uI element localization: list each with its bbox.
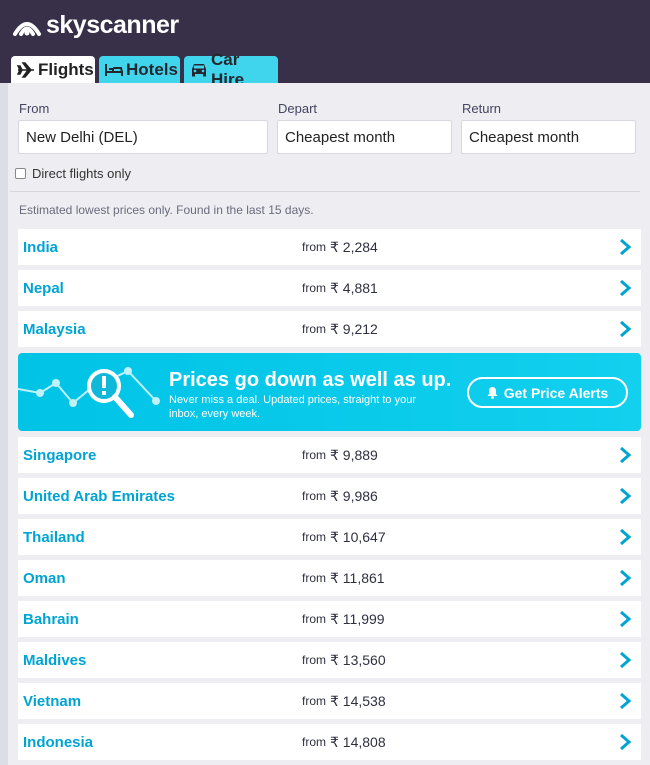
result-row[interactable]: Oman from ₹ 11,861 <box>18 560 641 596</box>
country-name[interactable]: Indonesia <box>23 724 93 760</box>
country-name[interactable]: Oman <box>23 560 66 596</box>
price: from ₹ 9,212 <box>302 311 378 347</box>
price: from ₹ 9,889 <box>302 437 378 473</box>
from-label: from <box>302 322 326 336</box>
result-row[interactable]: Nepal from ₹ 4,881 <box>18 270 641 306</box>
result-row[interactable]: India from ₹ 2,284 <box>18 229 641 265</box>
price-value: ₹ 9,212 <box>330 320 378 337</box>
result-row[interactable]: Singapore from ₹ 9,889 <box>18 437 641 473</box>
price-value: ₹ 2,284 <box>330 238 378 255</box>
from-label: from <box>302 735 326 749</box>
direct-flights-label: Direct flights only <box>32 166 131 181</box>
country-name[interactable]: Bahrain <box>23 601 79 637</box>
price-value: ₹ 13,560 <box>330 651 386 668</box>
return-label: Return <box>462 101 502 116</box>
result-row[interactable]: Malaysia from ₹ 9,212 <box>18 311 641 347</box>
brand-name: skyscanner <box>46 10 179 39</box>
price: from ₹ 14,538 <box>302 683 386 719</box>
bed-icon <box>105 63 123 77</box>
from-label: from <box>302 240 326 254</box>
from-label: From <box>19 101 50 116</box>
depart-field[interactable]: Cheapest month <box>277 120 452 154</box>
chevron-right-icon[interactable] <box>618 238 632 256</box>
country-name[interactable]: Malaysia <box>23 311 86 347</box>
skyscanner-logo[interactable]: skyscanner <box>12 10 179 40</box>
price: from ₹ 10,647 <box>302 519 386 555</box>
price-value: ₹ 11,999 <box>330 610 385 627</box>
chevron-right-icon[interactable] <box>618 569 632 587</box>
skyscanner-logo-icon <box>13 22 41 36</box>
from-label: from <box>302 281 326 295</box>
plane-icon <box>17 61 35 78</box>
chevron-right-icon[interactable] <box>618 446 632 464</box>
depart-label: Depart <box>278 101 318 116</box>
depart-value: Cheapest month <box>285 128 396 146</box>
price: from ₹ 13,560 <box>302 642 386 678</box>
country-name[interactable]: United Arab Emirates <box>23 478 175 514</box>
chevron-right-icon[interactable] <box>618 279 632 297</box>
country-name[interactable]: India <box>23 229 58 265</box>
country-name[interactable]: Singapore <box>23 437 96 473</box>
result-row[interactable]: United Arab Emirates from ₹ 9,986 <box>18 478 641 514</box>
tab-hotels-label: Hotels <box>126 59 178 79</box>
result-row[interactable]: Thailand from ₹ 10,647 <box>18 519 641 555</box>
price: from ₹ 14,808 <box>302 724 386 760</box>
from-label: from <box>302 612 326 626</box>
price-value: ₹ 14,808 <box>330 733 386 750</box>
price: from ₹ 9,986 <box>302 478 378 514</box>
from-label: from <box>302 571 326 585</box>
banner-headline: Prices go down as well as up. <box>169 369 452 391</box>
price: from ₹ 11,999 <box>302 601 385 637</box>
from-label: from <box>302 694 326 708</box>
banner-subtext: Never miss a deal. Updated prices, strai… <box>169 394 417 420</box>
country-name[interactable]: Nepal <box>23 270 64 306</box>
bell-icon <box>487 386 498 399</box>
from-value: New Delhi (DEL) <box>26 128 138 146</box>
get-price-alerts-label: Get Price Alerts <box>503 384 609 401</box>
tab-flights-label: Flights <box>38 59 94 79</box>
price-alert-banner: Prices go down as well as up. Never miss… <box>18 353 641 431</box>
chevron-right-icon[interactable] <box>618 733 632 751</box>
chevron-right-icon[interactable] <box>618 610 632 628</box>
direct-flights-checkbox[interactable] <box>15 168 26 179</box>
return-value: Cheapest month <box>469 128 580 146</box>
price-value: ₹ 10,647 <box>330 528 386 545</box>
from-label: from <box>302 489 326 503</box>
price: from ₹ 4,881 <box>302 270 378 306</box>
price-value: ₹ 14,538 <box>330 692 386 709</box>
tab-car-hire[interactable]: Car Hire <box>184 50 278 89</box>
top-header: skyscanner Flights Hotels Car Hire <box>0 0 650 89</box>
return-field[interactable]: Cheapest month <box>461 120 636 154</box>
direct-flights-option[interactable]: Direct flights only <box>15 166 131 181</box>
result-row[interactable]: Bahrain from ₹ 11,999 <box>18 601 641 637</box>
result-row[interactable]: Vietnam from ₹ 14,538 <box>18 683 641 719</box>
price-value: ₹ 4,881 <box>330 279 378 296</box>
price-value: ₹ 9,986 <box>330 487 378 504</box>
get-price-alerts-button[interactable]: Get Price Alerts <box>467 377 628 408</box>
result-row[interactable]: Maldives from ₹ 13,560 <box>18 642 641 678</box>
price: from ₹ 11,861 <box>302 560 385 596</box>
price: from ₹ 2,284 <box>302 229 378 265</box>
from-label: from <box>302 530 326 544</box>
tab-hotels[interactable]: Hotels <box>99 56 180 83</box>
from-field[interactable]: New Delhi (DEL) <box>18 120 268 154</box>
car-icon <box>190 62 208 77</box>
price-disclaimer: Estimated lowest prices only. Found in t… <box>19 203 314 217</box>
country-name[interactable]: Vietnam <box>23 683 81 719</box>
chevron-right-icon[interactable] <box>618 651 632 669</box>
divider <box>10 191 640 192</box>
chevron-right-icon[interactable] <box>618 487 632 505</box>
price-value: ₹ 9,889 <box>330 446 378 463</box>
chevron-right-icon[interactable] <box>618 320 632 338</box>
tab-flights[interactable]: Flights <box>11 56 95 83</box>
price-search-icon <box>18 367 160 418</box>
from-label: from <box>302 653 326 667</box>
chevron-right-icon[interactable] <box>618 692 632 710</box>
from-label: from <box>302 448 326 462</box>
chevron-right-icon[interactable] <box>618 528 632 546</box>
result-row[interactable]: Indonesia from ₹ 14,808 <box>18 724 641 760</box>
country-name[interactable]: Maldives <box>23 642 86 678</box>
country-name[interactable]: Thailand <box>23 519 85 555</box>
price-value: ₹ 11,861 <box>330 569 385 586</box>
